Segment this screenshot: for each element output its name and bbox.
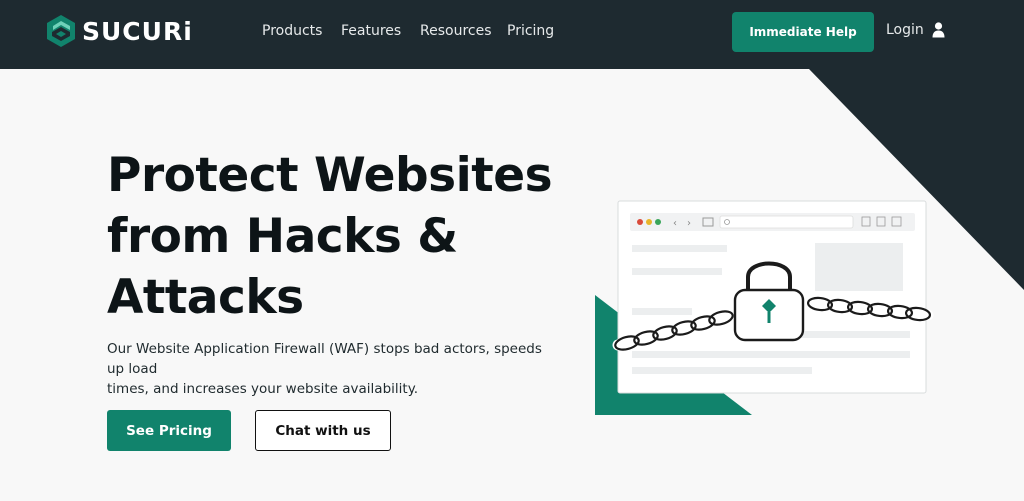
see-pricing-button[interactable]: See Pricing bbox=[107, 410, 231, 451]
login-link[interactable]: Login bbox=[886, 22, 945, 38]
browser-window-illustration: ‹ › bbox=[595, 200, 934, 415]
svg-text:›: › bbox=[687, 218, 691, 229]
brand-logo[interactable]: SUCURi bbox=[46, 14, 193, 48]
nav-features[interactable]: Features bbox=[341, 23, 401, 39]
nav-pricing[interactable]: Pricing bbox=[507, 23, 554, 39]
chat-with-us-button[interactable]: Chat with us bbox=[255, 410, 391, 451]
hero-headline-line-3: Attacks bbox=[107, 270, 304, 325]
hero-headline-line-1: Protect Websites bbox=[107, 148, 553, 203]
brand-name: SUCURi bbox=[82, 16, 193, 46]
sucuri-logo-icon bbox=[47, 15, 75, 47]
user-icon bbox=[932, 22, 945, 38]
hero-subtext: Our Website Application Firewall (WAF) s… bbox=[107, 339, 547, 399]
hero-headline-line-2: from Hacks & bbox=[107, 209, 458, 264]
immediate-help-button[interactable]: Immediate Help bbox=[732, 12, 874, 52]
hero-subtext-line-2: times, and increases your website availa… bbox=[107, 381, 419, 397]
login-label: Login bbox=[886, 22, 924, 38]
hero-headline: Protect Websites from Hacks & Attacks bbox=[107, 145, 587, 328]
nav-products[interactable]: Products bbox=[262, 23, 322, 39]
top-navbar: SUCURi Products Features Resources Prici… bbox=[0, 0, 1024, 69]
nav-resources[interactable]: Resources bbox=[420, 23, 492, 39]
svg-text:‹: ‹ bbox=[673, 218, 677, 229]
hero-subtext-line-1: Our Website Application Firewall (WAF) s… bbox=[107, 341, 542, 377]
